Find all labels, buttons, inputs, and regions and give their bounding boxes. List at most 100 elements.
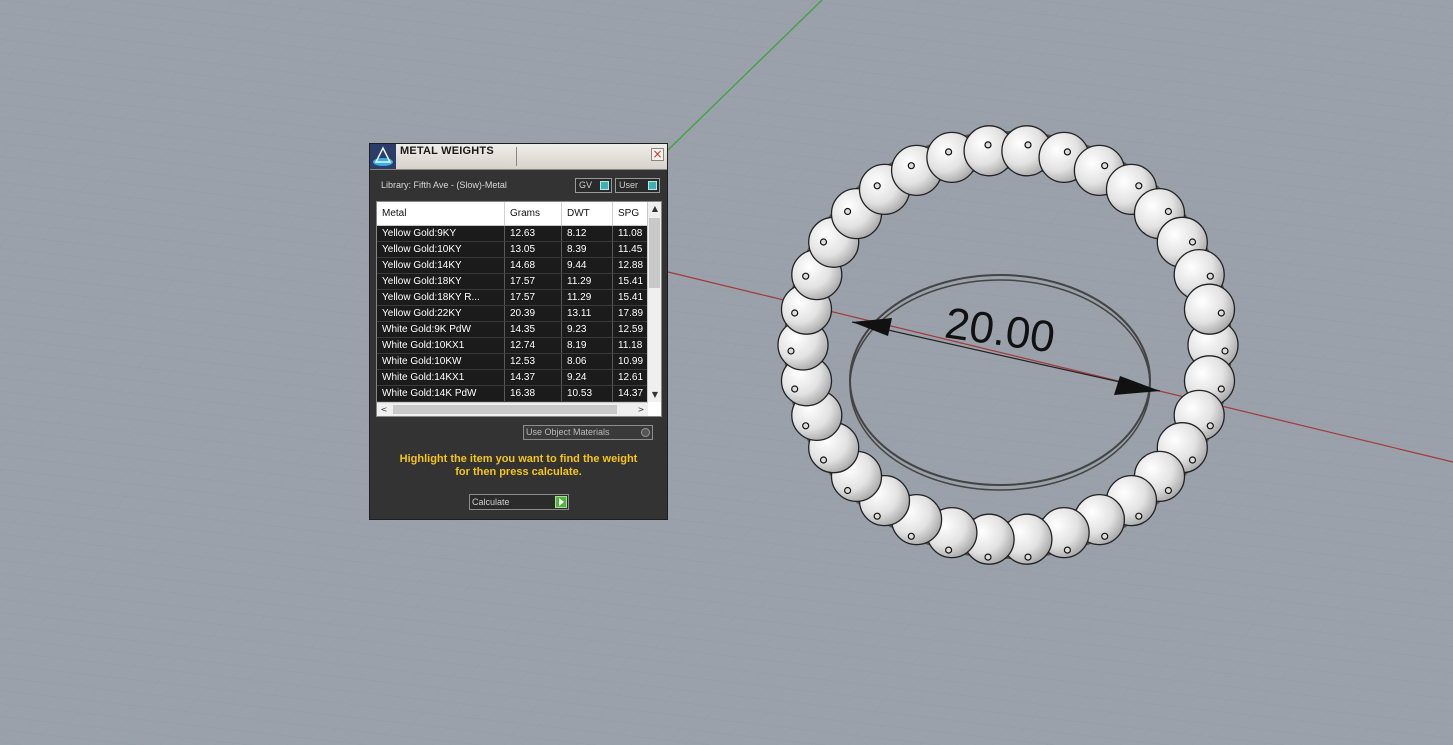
scroll-up-icon[interactable]: ▲ <box>648 202 661 216</box>
calculate-label: Calculate <box>472 497 510 507</box>
metal-name: White Gold:14K PdW <box>377 386 505 401</box>
stone-tip <box>791 309 799 317</box>
stone-tip <box>819 238 828 246</box>
stone-tip <box>1217 309 1225 317</box>
grams-value: 12.74 <box>505 338 562 353</box>
spg-value: 14.37 <box>613 386 648 401</box>
table-header: Metal Grams DWT SPG <box>377 202 648 226</box>
grams-value: 17.57 <box>505 290 562 305</box>
calculate-button[interactable]: Calculate <box>469 494 569 510</box>
vertical-scrollbar[interactable]: ▲ ▼ <box>647 202 661 402</box>
spg-value: 12.59 <box>613 322 648 337</box>
table-row[interactable]: Yellow Gold:18KY R... 17.57 11.29 15.41 <box>377 290 648 306</box>
radio-knob-icon <box>641 428 650 437</box>
stone-tip <box>1206 422 1214 430</box>
grams-value: 14.37 <box>505 370 562 385</box>
dwt-value: 11.29 <box>562 290 613 305</box>
grams-value: 12.53 <box>505 354 562 369</box>
table-row[interactable]: White Gold:14KX1 14.37 9.24 12.61 <box>377 370 648 386</box>
dialog-title: METAL WEIGHTS <box>400 145 494 157</box>
dwt-value: 8.06 <box>562 354 613 369</box>
table-row[interactable]: White Gold:14K PdW 16.38 10.53 14.37 <box>377 386 648 402</box>
dwt-value: 11.29 <box>562 274 613 289</box>
column-header-grams[interactable]: Grams <box>505 202 562 225</box>
grams-value: 16.38 <box>505 386 562 401</box>
library-label: Library: Fifth Ave - (Slow)-Metal <box>381 180 507 190</box>
grams-value: 14.68 <box>505 258 562 273</box>
gv-toggle[interactable]: GV <box>575 178 612 193</box>
table-row[interactable]: Yellow Gold:22KY 20.39 13.11 17.89 <box>377 306 648 322</box>
spg-value: 12.88 <box>613 258 648 273</box>
table-row[interactable]: Yellow Gold:9KY 12.63 8.12 11.08 <box>377 226 648 242</box>
spg-value: 11.45 <box>613 242 648 257</box>
construction-grid <box>0 0 1453 745</box>
dwt-value: 8.19 <box>562 338 613 353</box>
stone-tip <box>1188 238 1197 246</box>
spg-value: 10.99 <box>613 354 648 369</box>
use-object-materials-label: Use Object Materials <box>526 427 610 437</box>
metal-table: Metal Grams DWT SPG Yellow Gold:9KY 12.63… <box>376 201 662 417</box>
use-object-materials-toggle[interactable]: Use Object Materials <box>523 425 653 440</box>
column-header-dwt[interactable]: DWT <box>562 202 613 225</box>
stone-tip <box>1188 456 1197 464</box>
scroll-left-icon[interactable]: < <box>377 403 391 416</box>
stone-tip <box>984 553 992 561</box>
user-toggle-label: User <box>619 180 639 190</box>
horizontal-scrollbar[interactable]: < > <box>377 402 648 416</box>
stone-tip <box>873 182 881 190</box>
instruction-text: Highlight the item you want to find the … <box>370 453 667 479</box>
stone-tip <box>787 347 795 355</box>
3d-viewport[interactable]: 20.00 <box>0 0 1453 745</box>
close-icon[interactable]: × <box>651 148 664 161</box>
gv-toggle-label: GV <box>579 180 593 190</box>
dialog-titlebar[interactable]: METAL WEIGHTS × <box>370 144 667 170</box>
metal-name: White Gold:9K PdW <box>377 322 505 337</box>
metal-name: White Gold:14KX1 <box>377 370 505 385</box>
spg-value: 17.89 <box>613 306 648 321</box>
column-header-metal[interactable]: Metal <box>377 202 505 225</box>
toggle-knob-icon <box>600 181 609 190</box>
title-divider <box>516 147 517 166</box>
stone-tip <box>843 486 852 495</box>
table-row[interactable]: White Gold:9K PdW 14.35 9.23 12.59 <box>377 322 648 338</box>
dwt-value: 8.12 <box>562 226 613 241</box>
vertical-scroll-thumb[interactable] <box>649 218 660 288</box>
grams-value: 12.63 <box>505 226 562 241</box>
metal-weights-dialog: METAL WEIGHTS × Library: Fifth Ave - (Sl… <box>369 143 668 520</box>
app-logo-icon <box>370 144 396 169</box>
dwt-value: 10.53 <box>562 386 613 401</box>
ring-stone <box>1183 283 1236 335</box>
stone-tip <box>944 148 953 156</box>
stone-tip <box>873 512 881 520</box>
grams-value: 20.39 <box>505 306 562 321</box>
table-row[interactable]: Yellow Gold:10KY 13.05 8.39 11.45 <box>377 242 648 258</box>
stone-tip <box>843 207 852 216</box>
table-row[interactable]: White Gold:10KX1 12.74 8.19 11.18 <box>377 338 648 354</box>
user-toggle[interactable]: User <box>615 178 660 193</box>
stone-tip <box>1101 162 1109 170</box>
stone-tip <box>1063 546 1072 554</box>
dwt-value: 9.24 <box>562 370 613 385</box>
scroll-right-icon[interactable]: > <box>634 403 648 416</box>
table-body: Yellow Gold:9KY 12.63 8.12 11.08 Yellow Gol… <box>377 226 648 402</box>
dwt-value: 9.44 <box>562 258 613 273</box>
spg-value: 12.61 <box>613 370 648 385</box>
spg-value: 11.08 <box>613 226 648 241</box>
metal-name: Yellow Gold:18KY R... <box>377 290 505 305</box>
metal-name: Yellow Gold:9KY <box>377 226 505 241</box>
stone-tip <box>1135 182 1143 190</box>
metal-name: White Gold:10KX1 <box>377 338 505 353</box>
toggle-knob-icon <box>648 181 657 190</box>
table-row[interactable]: Yellow Gold:14KY 14.68 9.44 12.88 <box>377 258 648 274</box>
stone-tip <box>1164 207 1173 216</box>
table-row[interactable]: White Gold:10KW 12.53 8.06 10.99 <box>377 354 648 370</box>
column-header-spg[interactable]: SPG <box>613 202 648 225</box>
stone-tip <box>802 272 810 280</box>
table-row[interactable]: Yellow Gold:18KY 17.57 11.29 15.41 <box>377 274 648 290</box>
stone-tip <box>1135 512 1143 520</box>
scroll-down-icon[interactable]: ▼ <box>648 388 661 402</box>
metal-name: Yellow Gold:14KY <box>377 258 505 273</box>
horizontal-scroll-thumb[interactable] <box>393 405 617 414</box>
grams-value: 14.35 <box>505 322 562 337</box>
stone-tip <box>1024 553 1032 561</box>
